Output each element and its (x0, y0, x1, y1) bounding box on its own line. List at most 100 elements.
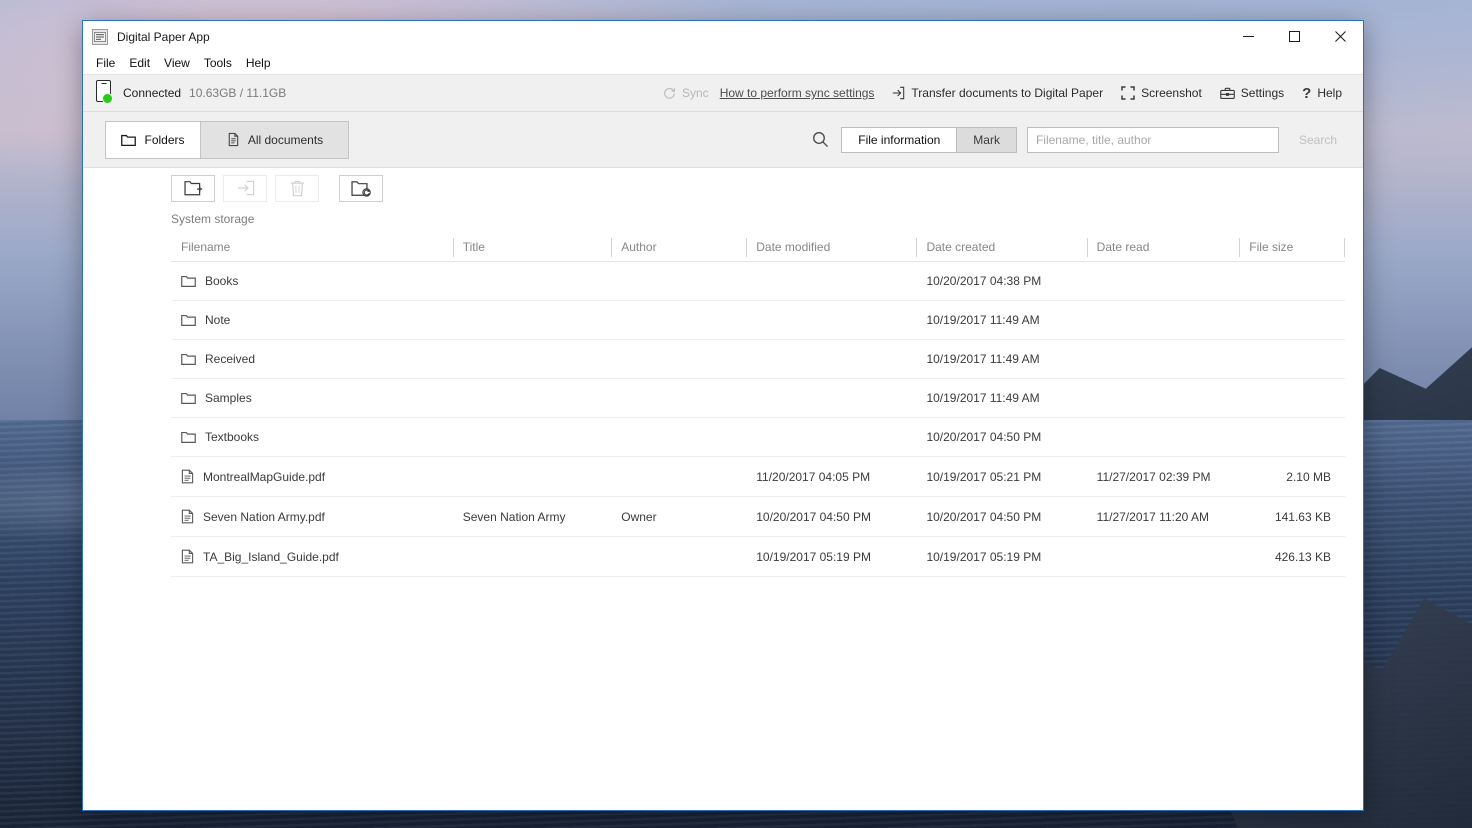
help-button[interactable]: ? Help (1293, 82, 1351, 105)
table-row[interactable]: NEWTA_Big_Island_Guide.pdf 10/19/2017 05:… (171, 536, 1345, 577)
search-mode-file-information[interactable]: File information (842, 127, 958, 152)
cell-file-size (1239, 378, 1345, 418)
cell-date-created: 10/20/2017 04:50 PM (916, 496, 1087, 537)
cell-filename: Books (171, 261, 453, 301)
folder-icon (181, 353, 196, 365)
cell-title (452, 300, 612, 340)
tab-folders[interactable]: Folders (106, 121, 201, 158)
row-filename-label: Textbooks (205, 430, 260, 444)
cell-date-read (1086, 536, 1240, 577)
settings-label: Settings (1240, 86, 1285, 100)
move-out-button (223, 174, 267, 202)
window-controls (1225, 21, 1363, 52)
row-filename-label: Note (205, 313, 231, 327)
cell-date-created: 10/20/2017 04:38 PM (916, 261, 1087, 301)
cell-date-read (1086, 339, 1240, 379)
cell-author (611, 456, 747, 497)
column-header-date-modified[interactable]: Date modified (746, 234, 917, 262)
search-mode-toggle: File information Mark (841, 126, 1017, 153)
trash-icon (290, 180, 305, 197)
sync-button[interactable]: Sync (654, 82, 718, 104)
search-button[interactable]: Search (1288, 126, 1347, 153)
folder-plus-icon (183, 180, 203, 196)
document-icon (181, 509, 194, 524)
search-input[interactable] (1026, 126, 1279, 153)
folder-icon (181, 392, 196, 404)
folder-export-icon (236, 180, 255, 196)
document-icon (181, 469, 194, 484)
row-filename-label: Samples (205, 391, 252, 405)
cell-filename: Received (171, 339, 453, 379)
new-folder-button[interactable] (171, 174, 215, 202)
screenshot-button[interactable]: Screenshot (1112, 82, 1211, 104)
cell-title (452, 339, 612, 379)
delete-button (275, 174, 319, 202)
tab-all-documents[interactable]: All documents (201, 121, 348, 158)
cell-date-modified (746, 378, 917, 418)
cell-date-read (1086, 378, 1240, 418)
cell-author: Owner (611, 496, 747, 537)
close-button[interactable] (1317, 21, 1363, 52)
cell-date-read: 11/27/2017 11:20 AM (1086, 496, 1240, 537)
screenshot-label: Screenshot (1141, 86, 1202, 100)
column-header-file-size[interactable]: File size (1239, 234, 1345, 262)
column-label-date-read: Date read (1096, 240, 1150, 254)
column-header-author[interactable]: Author (611, 234, 747, 262)
table-row[interactable]: Samples 10/19/2017 11:49 AM (171, 378, 1345, 418)
status-bar-actions: Sync How to perform sync settings Transf… (654, 82, 1351, 105)
minimize-button[interactable] (1225, 21, 1271, 52)
folder-icon (181, 314, 196, 326)
row-filename-label: MontrealMapGuide.pdf (203, 469, 326, 484)
menu-item-view[interactable]: View (157, 54, 197, 72)
table-row[interactable]: Received 10/19/2017 11:49 AM (171, 339, 1345, 379)
cell-date-created: 10/19/2017 11:49 AM (916, 300, 1087, 340)
window-title: Digital Paper App (117, 29, 210, 44)
title-bar: Digital Paper App (83, 21, 1363, 52)
column-header-filename[interactable]: Filename (171, 234, 453, 262)
table-row[interactable]: Textbooks 10/20/2017 04:50 PM (171, 417, 1345, 457)
cell-date-created: 10/19/2017 05:21 PM (916, 456, 1087, 497)
cell-file-size: 426.13 KB (1239, 536, 1345, 577)
folder-icon (181, 275, 196, 287)
cell-filename: Seven Nation Army.pdf (171, 496, 453, 537)
settings-button[interactable]: Settings (1211, 82, 1293, 104)
filename-cell-content: NEWTA_Big_Island_Guide.pdf (181, 549, 453, 564)
search-mode-mark[interactable]: Mark (957, 127, 1016, 152)
menu-item-edit[interactable]: Edit (122, 54, 157, 72)
table-row[interactable]: Note 10/19/2017 11:49 AM (171, 300, 1345, 340)
menu-item-file[interactable]: File (89, 54, 122, 72)
search-magnifier-icon (809, 131, 831, 148)
document-icon (181, 549, 194, 564)
filename-cell-content: Seven Nation Army.pdf (181, 509, 453, 524)
maximize-button[interactable] (1271, 21, 1317, 52)
column-header-title[interactable]: Title (452, 234, 612, 262)
documents-icon (226, 132, 240, 147)
cell-date-read (1086, 261, 1240, 301)
menu-item-tools[interactable]: Tools (197, 54, 239, 72)
cell-date-created: 10/19/2017 11:49 AM (916, 378, 1087, 418)
table-row[interactable]: MontrealMapGuide.pdf 11/20/2017 04:05 PM 1… (171, 456, 1345, 497)
cell-date-read (1086, 417, 1240, 457)
column-label-title: Title (462, 240, 485, 254)
folder-sync-button[interactable] (339, 174, 383, 202)
file-table-body: Books 10/20/2017 04:38 PM Note 10/19/2017 1… (171, 261, 1345, 577)
cell-title (452, 456, 612, 497)
cell-filename: NEWTA_Big_Island_Guide.pdf (171, 536, 453, 577)
toolbox-icon (1219, 87, 1235, 100)
sync-settings-link[interactable]: How to perform sync settings (718, 82, 877, 104)
cell-author (611, 378, 747, 418)
transfer-documents-button[interactable]: Transfer documents to Digital Paper (882, 82, 1112, 104)
view-tabs: Folders All documents (105, 120, 349, 159)
folder-sync-icon (351, 180, 371, 197)
app-icon (92, 28, 108, 45)
column-label-filename: Filename (181, 240, 231, 254)
column-header-date-read[interactable]: Date read (1086, 234, 1240, 262)
transfer-label: Transfer documents to Digital Paper (911, 86, 1104, 100)
column-header-date-created[interactable]: Date created (916, 234, 1087, 262)
cell-date-read (1086, 300, 1240, 340)
table-row[interactable]: Seven Nation Army.pdf Seven Nation Army Ow… (171, 496, 1345, 537)
table-row[interactable]: Books 10/20/2017 04:38 PM (171, 261, 1345, 301)
cell-date-created: 10/19/2017 11:49 AM (916, 339, 1087, 379)
menu-item-help[interactable]: Help (239, 54, 278, 72)
screenshot-frame-icon (1121, 86, 1135, 100)
